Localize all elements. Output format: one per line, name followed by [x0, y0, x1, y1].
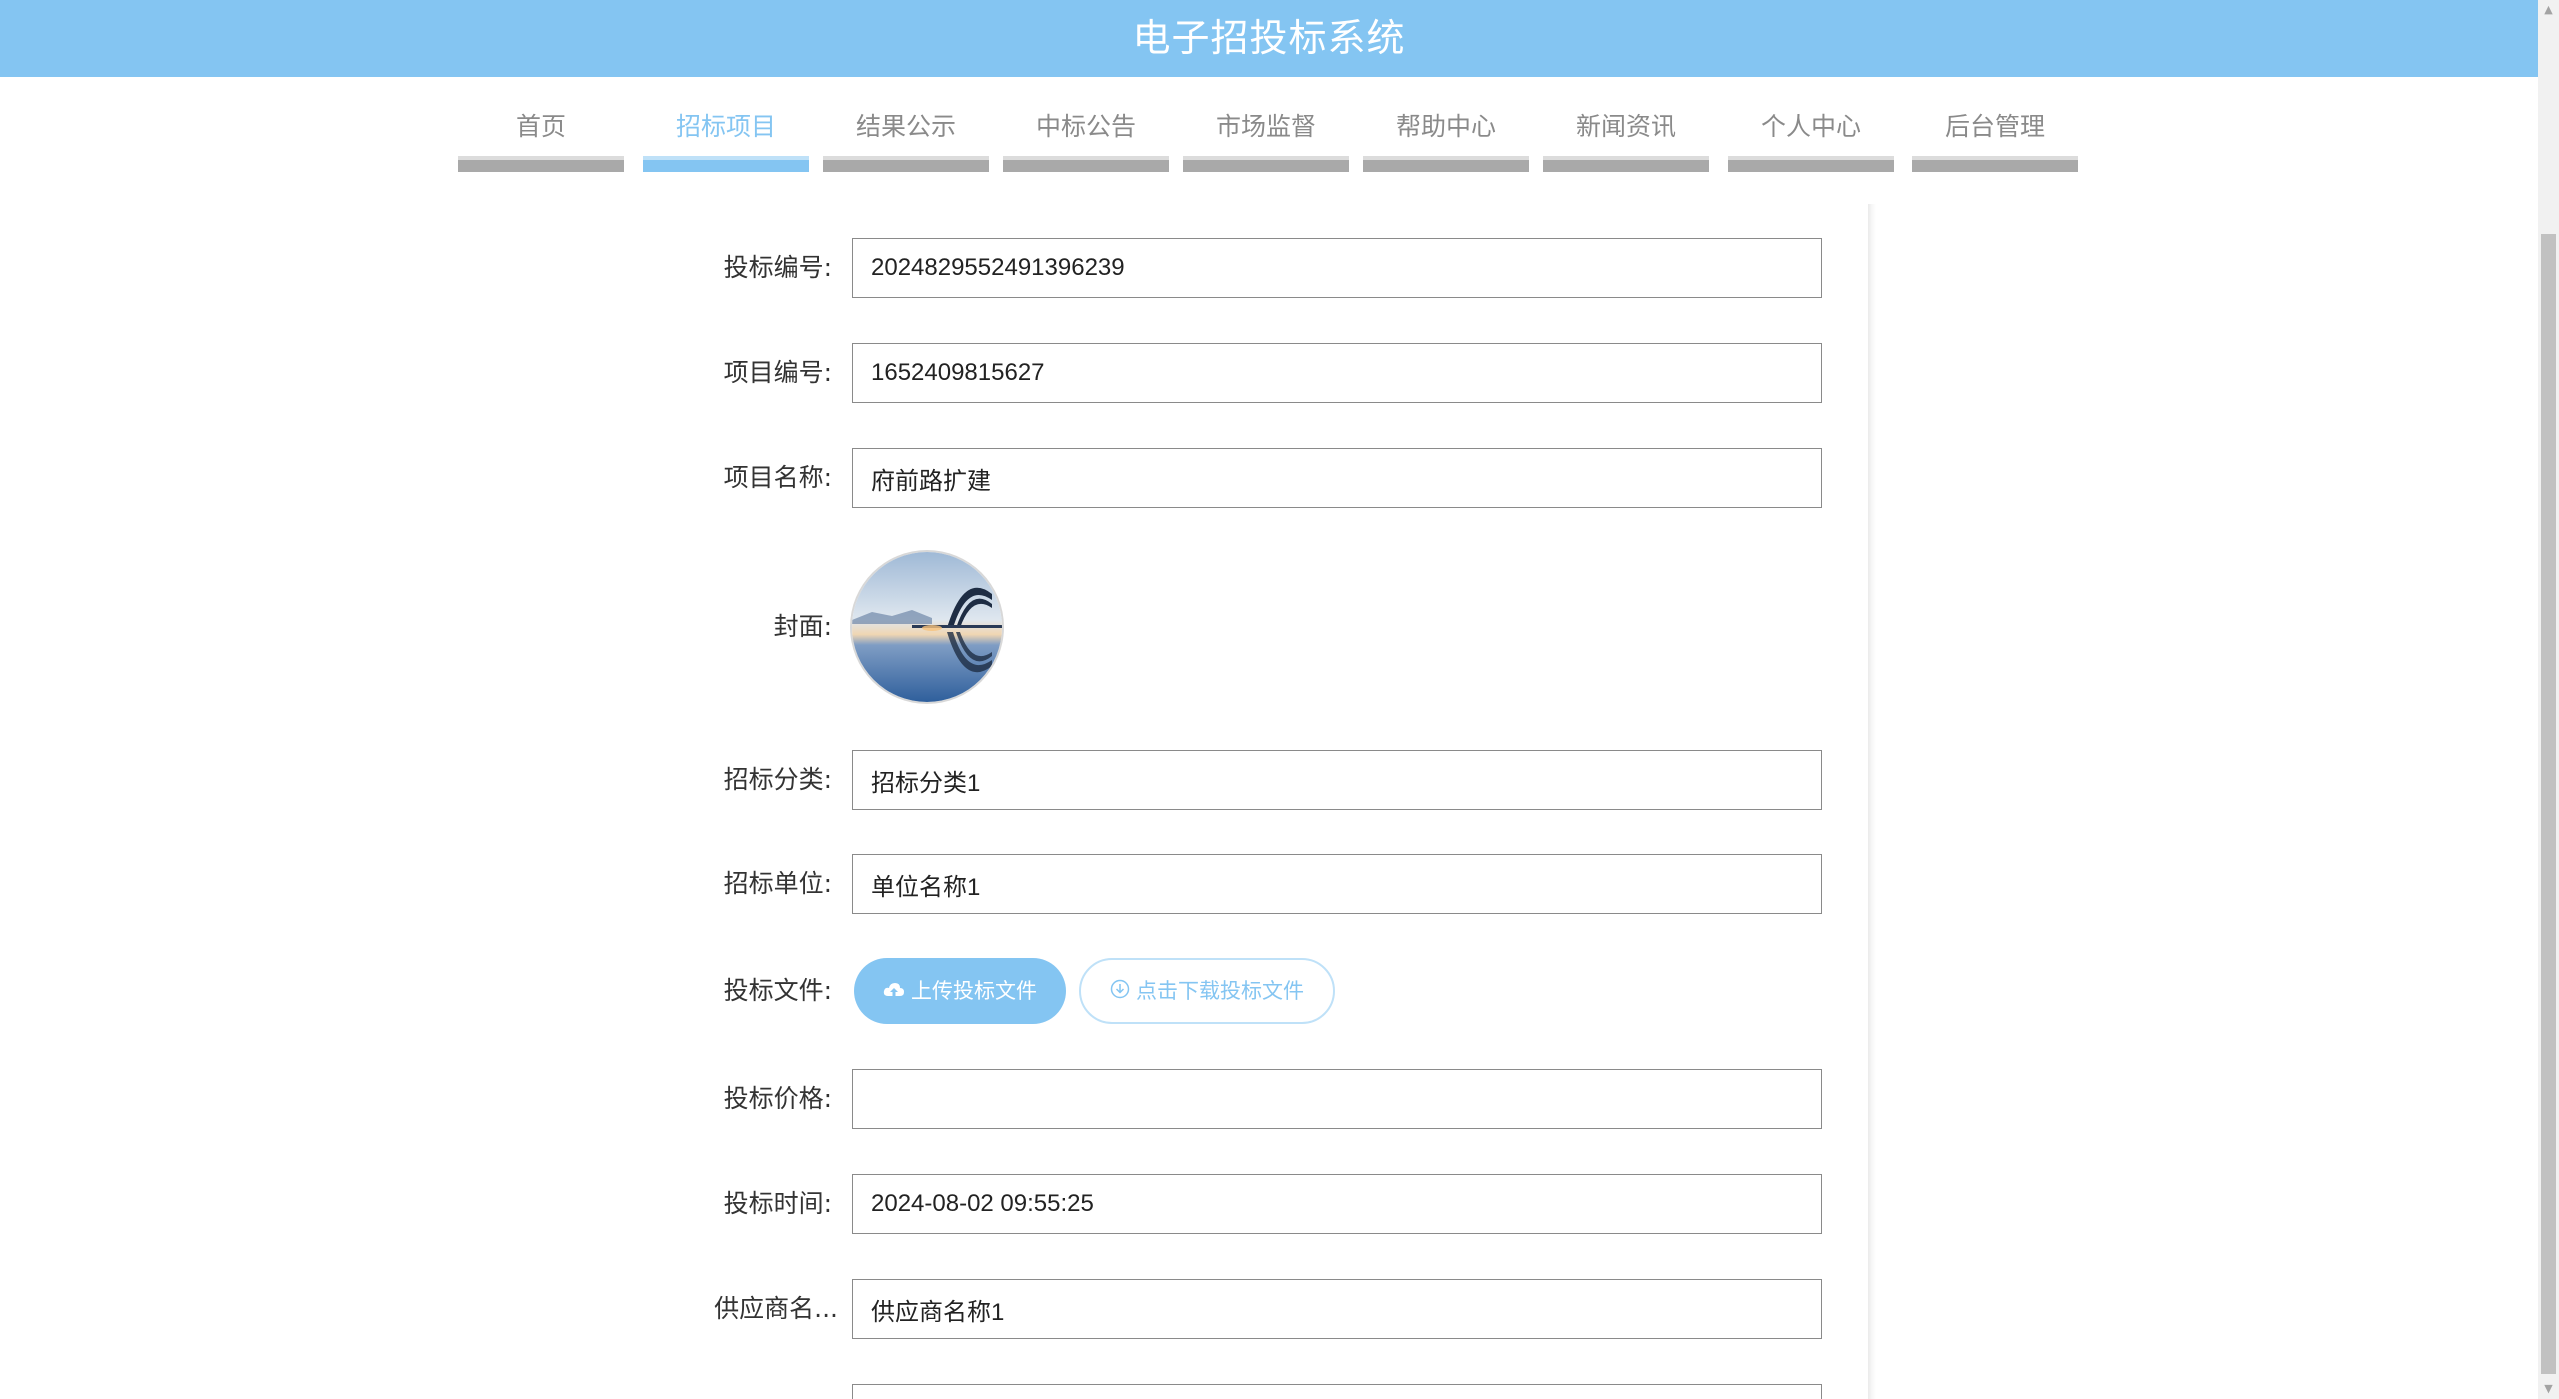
- form-row-project-name: 项目名称:: [620, 448, 1868, 508]
- nav-item-label: 市场监督: [1215, 112, 1316, 141]
- project-no-label: 项目编号:: [723, 358, 832, 387]
- project-name-input[interactable]: [852, 448, 1822, 508]
- form-row-cover: 封面:: [620, 552, 1868, 702]
- nav-underline: [643, 156, 809, 172]
- page: 电子招投标系统 首页 招标项目 结果公示 中标公告 市场监督 帮助中心 新闻资讯: [0, 0, 2559, 1399]
- nav-item-news[interactable]: 新闻资讯: [1543, 102, 1709, 172]
- upload-bid-file-button[interactable]: 上传投标文件: [854, 958, 1066, 1024]
- bid-detail-form: 投标编号: 项目编号: 项目名称: 封面:: [620, 204, 1868, 1399]
- nav-underline: [1912, 156, 2078, 172]
- nav-item-help-center[interactable]: 帮助中心: [1363, 102, 1529, 172]
- cover-image-graphic: [852, 552, 1002, 702]
- download-bid-file-button[interactable]: 点击下载投标文件: [1079, 958, 1335, 1024]
- nav-underline: [1363, 156, 1529, 172]
- supplier-label: 供应商名...: [714, 1294, 838, 1323]
- main-nav: 首页 招标项目 结果公示 中标公告 市场监督 帮助中心 新闻资讯 个人中心 后台…: [0, 102, 2538, 172]
- category-label: 招标分类:: [723, 765, 832, 794]
- nav-item-admin[interactable]: 后台管理: [1912, 102, 2078, 172]
- bid-time-input[interactable]: [852, 1174, 1822, 1234]
- download-bid-file-label: 点击下载投标文件: [1136, 979, 1304, 1003]
- nav-item-label: 新闻资讯: [1575, 112, 1676, 141]
- nav-item-label: 个人中心: [1760, 112, 1861, 141]
- unit-input[interactable]: [852, 854, 1822, 914]
- form-row-bid-time: 投标时间:: [620, 1174, 1868, 1234]
- nav-item-label: 结果公示: [855, 112, 956, 141]
- nav-item-award-notice[interactable]: 中标公告: [1003, 102, 1169, 172]
- app-title: 电子招投标系统: [1132, 16, 1406, 60]
- nav-underline: [458, 156, 624, 172]
- cloud-upload-icon: [883, 959, 905, 1025]
- nav-item-results[interactable]: 结果公示: [823, 102, 989, 172]
- bid-no-label: 投标编号:: [723, 253, 832, 282]
- nav-item-market-supervision[interactable]: 市场监督: [1183, 102, 1349, 172]
- bid-no-input[interactable]: [852, 238, 1822, 298]
- nav-underline: [823, 156, 989, 172]
- nav-item-label: 首页: [515, 112, 566, 141]
- category-input[interactable]: [852, 750, 1822, 810]
- form-row-bid-no: 投标编号:: [620, 238, 1868, 298]
- nav-item-personal-center[interactable]: 个人中心: [1728, 102, 1894, 172]
- upload-bid-file-label: 上传投标文件: [911, 979, 1037, 1003]
- nav-underline: [1183, 156, 1349, 172]
- cover-image[interactable]: [852, 552, 1002, 702]
- nav-underline: [1543, 156, 1709, 172]
- form-row-supplier: 供应商名...: [620, 1279, 1868, 1339]
- scroll-thumb[interactable]: [2541, 234, 2556, 1374]
- form-row-bid-price: 投标价格:: [620, 1069, 1868, 1129]
- nav-item-label: 中标公告: [1035, 112, 1136, 141]
- project-no-input[interactable]: [852, 343, 1822, 403]
- form-row-project-no: 项目编号:: [620, 343, 1868, 403]
- nav-underline: [1728, 156, 1894, 172]
- form-row-unit: 招标单位:: [620, 854, 1868, 914]
- form-row-category: 招标分类:: [620, 750, 1868, 810]
- scroll-down-icon[interactable]: ▼: [2538, 1379, 2559, 1399]
- scroll-up-icon[interactable]: ▲: [2538, 0, 2559, 20]
- bid-price-label: 投标价格:: [723, 1084, 832, 1113]
- next-field-input[interactable]: [852, 1384, 1822, 1399]
- nav-item-label: 帮助中心: [1395, 112, 1496, 141]
- project-name-label: 项目名称:: [723, 463, 832, 492]
- bid-time-label: 投标时间:: [723, 1189, 832, 1218]
- nav-underline: [1003, 156, 1169, 172]
- form-row-bid-file: 投标文件: 上传投标文件 点击下载投标文件: [620, 958, 1868, 1024]
- cover-label: 封面:: [773, 612, 832, 641]
- bid-file-label: 投标文件:: [723, 976, 832, 1005]
- download-circle-icon: [1110, 961, 1130, 1023]
- nav-item-home[interactable]: 首页: [458, 102, 624, 172]
- nav-item-bidding-projects[interactable]: 招标项目: [643, 102, 809, 172]
- app-header: 电子招投标系统: [0, 0, 2538, 77]
- bid-price-input[interactable]: [852, 1069, 1822, 1129]
- nav-item-label: 招标项目: [675, 112, 776, 141]
- unit-label: 招标单位:: [723, 869, 832, 898]
- supplier-input[interactable]: [852, 1279, 1822, 1339]
- nav-item-label: 后台管理: [1944, 112, 2045, 141]
- form-row-next: [620, 1384, 1868, 1399]
- page-scrollbar[interactable]: ▲ ▼: [2538, 0, 2559, 1399]
